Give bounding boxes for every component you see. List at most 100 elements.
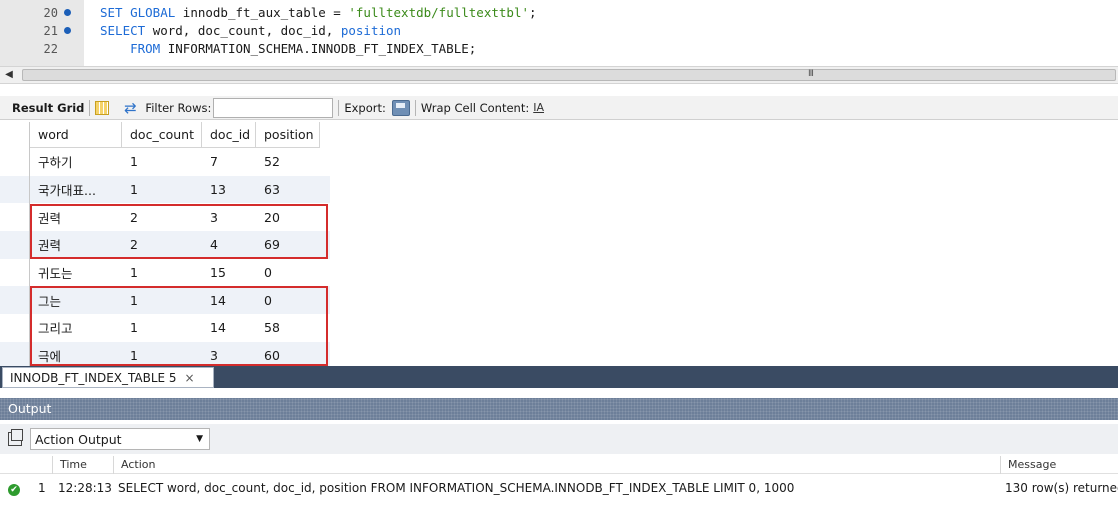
output-type-select[interactable]: Action Output ▼: [30, 428, 210, 450]
cell-doc-count[interactable]: 1: [122, 176, 202, 204]
cell-position[interactable]: 0: [256, 259, 320, 287]
sql-editor[interactable]: 20 SET GLOBAL innodb_ft_aux_table = 'full…: [0, 0, 1118, 66]
code-token: SELECT: [100, 23, 153, 38]
wrap-cell-icon[interactable]: IA: [533, 101, 544, 114]
cell-doc-count[interactable]: 2: [122, 203, 202, 231]
table-row[interactable]: 그리고 1 14 58: [0, 314, 330, 342]
cell-doc-id[interactable]: 13: [202, 176, 256, 204]
cell-doc-id[interactable]: 4: [202, 231, 256, 259]
cell-doc-count[interactable]: 1: [122, 286, 202, 314]
cell-doc-id[interactable]: 14: [202, 314, 256, 342]
output-type-value: Action Output: [35, 431, 122, 447]
output-column-headers: Time Action Message: [0, 456, 1118, 474]
cell-position[interactable]: 20: [256, 203, 320, 231]
cell-doc-id[interactable]: 15: [202, 259, 256, 287]
table-row[interactable]: 권력 2 4 69: [0, 231, 330, 259]
row-header[interactable]: [0, 148, 30, 176]
code-token: SET GLOBAL: [100, 5, 183, 20]
table-row[interactable]: 권력 2 3 20: [0, 203, 330, 232]
column-header-word[interactable]: word: [30, 122, 122, 148]
code-token: 'fulltextdb/fulltexttbl': [348, 5, 529, 20]
code-token: position: [340, 23, 402, 38]
code-token: ;: [529, 5, 537, 20]
success-check-icon: ✔: [8, 484, 20, 496]
table-row[interactable]: 구하기 1 7 52: [0, 148, 330, 176]
output-row-time: 12:28:13: [58, 481, 112, 495]
cell-doc-count[interactable]: 1: [122, 314, 202, 342]
row-header[interactable]: [0, 286, 30, 315]
output-panel-header: Output: [0, 398, 1118, 420]
scrollbar-thumb[interactable]: III: [22, 69, 1116, 81]
code-line[interactable]: 20 SET GLOBAL innodb_ft_aux_table = 'full…: [0, 4, 1118, 22]
column-header-doc-count[interactable]: doc_count: [122, 122, 202, 148]
line-number: 22: [43, 42, 58, 56]
output-title: Output: [8, 401, 52, 416]
code-text: SELECT word, doc_count, doc_id, position: [100, 22, 401, 40]
code-line[interactable]: 22 FROM INFORMATION_SCHEMA.INNODB_FT_IND…: [0, 40, 1118, 58]
cell-doc-count[interactable]: 1: [122, 148, 202, 176]
cell-word[interactable]: 구하기: [30, 148, 122, 176]
row-header[interactable]: [0, 231, 30, 259]
copy-icon[interactable]: [8, 429, 23, 446]
cell-doc-count[interactable]: 1: [122, 259, 202, 287]
code-token: innodb_ft_aux_table =: [182, 5, 349, 20]
result-tab-bar: INNODB_FT_INDEX_TABLE 5 ×: [0, 366, 1118, 388]
cell-position[interactable]: 0: [256, 286, 320, 314]
refresh-icon[interactable]: ⇄: [121, 100, 139, 116]
filter-rows-label: Filter Rows:: [145, 100, 212, 115]
toolbar-divider: [414, 99, 416, 116]
cell-word[interactable]: 권력: [30, 231, 122, 259]
grid-form-icon[interactable]: [95, 100, 110, 115]
code-token: FROM: [100, 41, 168, 56]
output-row-message: 130 row(s) returned: [1005, 481, 1118, 495]
line-number: 21: [43, 24, 58, 38]
cell-word[interactable]: 권력: [30, 203, 122, 231]
column-divider: [1000, 456, 1001, 474]
row-header[interactable]: [0, 314, 30, 342]
row-header[interactable]: [0, 203, 30, 232]
cell-doc-id[interactable]: 14: [202, 286, 256, 314]
output-col-action[interactable]: Action: [121, 458, 155, 471]
table-row[interactable]: 귀도는 1 15 0: [0, 258, 330, 287]
code-text: FROM INFORMATION_SCHEMA.INNODB_FT_INDEX_…: [100, 40, 476, 58]
code-text: SET GLOBAL innodb_ft_aux_table = 'fullte…: [100, 4, 537, 22]
cell-word[interactable]: 국가대표...: [30, 176, 122, 204]
scroll-left-icon[interactable]: ◀: [2, 68, 16, 82]
column-header-doc-id[interactable]: doc_id: [202, 122, 256, 148]
toolbar-divider: [338, 99, 340, 116]
line-number: 20: [43, 6, 58, 20]
cell-position[interactable]: 52: [256, 148, 320, 176]
output-log-row[interactable]: ✔ 1 12:28:13 SELECT word, doc_count, doc…: [0, 478, 1118, 498]
row-header[interactable]: [0, 175, 30, 204]
table-row[interactable]: 그는 1 14 0: [0, 286, 330, 315]
filter-rows-input[interactable]: [213, 97, 334, 118]
cell-position[interactable]: 69: [256, 231, 320, 259]
toolbar-divider: [89, 99, 91, 116]
chevron-down-icon: ▼: [196, 434, 203, 444]
editor-horizontal-scrollbar[interactable]: ◀ III: [0, 66, 1118, 84]
cell-doc-id[interactable]: 3: [202, 203, 256, 231]
code-line[interactable]: 21 SELECT word, doc_count, doc_id, positi…: [0, 22, 1118, 40]
table-row[interactable]: 국가대표... 1 13 63: [0, 175, 330, 204]
export-label: Export:: [344, 100, 386, 115]
row-header[interactable]: [0, 258, 30, 287]
export-icon[interactable]: [391, 99, 410, 116]
statement-marker-icon: [64, 27, 71, 34]
result-grid-label[interactable]: Result Grid: [12, 101, 84, 115]
code-token: word, doc_count, doc_id,: [152, 23, 341, 38]
cell-position[interactable]: 63: [256, 176, 320, 204]
close-icon[interactable]: ×: [185, 371, 195, 385]
code-token: INFORMATION_SCHEMA.INNODB_FT_INDEX_TABLE…: [167, 41, 477, 56]
cell-word[interactable]: 귀도는: [30, 259, 122, 287]
cell-word[interactable]: 그는: [30, 286, 122, 314]
column-header-position[interactable]: position: [256, 122, 320, 148]
column-divider: [52, 456, 53, 474]
output-col-message[interactable]: Message: [1008, 458, 1056, 471]
output-col-time[interactable]: Time: [60, 458, 87, 471]
row-header-corner: [0, 122, 30, 148]
cell-word[interactable]: 그리고: [30, 314, 122, 342]
cell-doc-id[interactable]: 7: [202, 148, 256, 176]
cell-doc-count[interactable]: 2: [122, 231, 202, 259]
result-tab[interactable]: INNODB_FT_INDEX_TABLE 5 ×: [2, 367, 214, 388]
cell-position[interactable]: 58: [256, 314, 320, 342]
